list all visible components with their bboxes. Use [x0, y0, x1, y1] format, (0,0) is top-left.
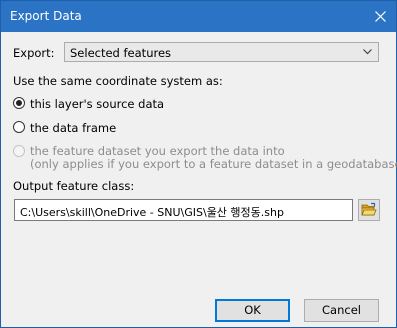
open-folder-icon: [361, 202, 377, 216]
cancel-button[interactable]: Cancel: [304, 299, 379, 322]
title-bar: Export Data: [1, 1, 396, 32]
export-selected-value: Selected features: [70, 46, 172, 60]
output-path-value: C:\Users\skill\OneDrive - SNU\GIS\울산 행정동…: [20, 206, 284, 219]
dialog-title: Export Data: [10, 9, 82, 23]
radio-data-frame-label[interactable]: the data frame: [30, 121, 116, 135]
export-label: Export:: [13, 46, 55, 60]
radio-source-data[interactable]: [13, 97, 25, 109]
browse-button[interactable]: [358, 199, 380, 221]
close-icon: [375, 11, 386, 22]
radio-feature-dataset: [13, 145, 25, 157]
coordinate-heading: Use the same coordinate system as:: [13, 74, 223, 88]
radio-source-data-label[interactable]: this layer's source data: [30, 97, 164, 111]
export-data-dialog: Export Data Export: Selected features Us…: [0, 0, 397, 328]
export-select[interactable]: Selected features: [64, 42, 379, 62]
radio-feature-dataset-label: the feature dataset you export the data …: [30, 144, 285, 158]
close-button[interactable]: [364, 1, 396, 32]
ok-button[interactable]: OK: [215, 299, 290, 322]
output-path-input[interactable]: C:\Users\skill\OneDrive - SNU\GIS\울산 행정동…: [14, 199, 353, 221]
chevron-down-icon: [363, 49, 372, 55]
radio-selected-dot: [16, 100, 22, 106]
radio-data-frame[interactable]: [13, 121, 25, 133]
output-label: Output feature class:: [13, 179, 135, 193]
radio-feature-dataset-note: (only applies if you export to a feature…: [30, 157, 397, 171]
